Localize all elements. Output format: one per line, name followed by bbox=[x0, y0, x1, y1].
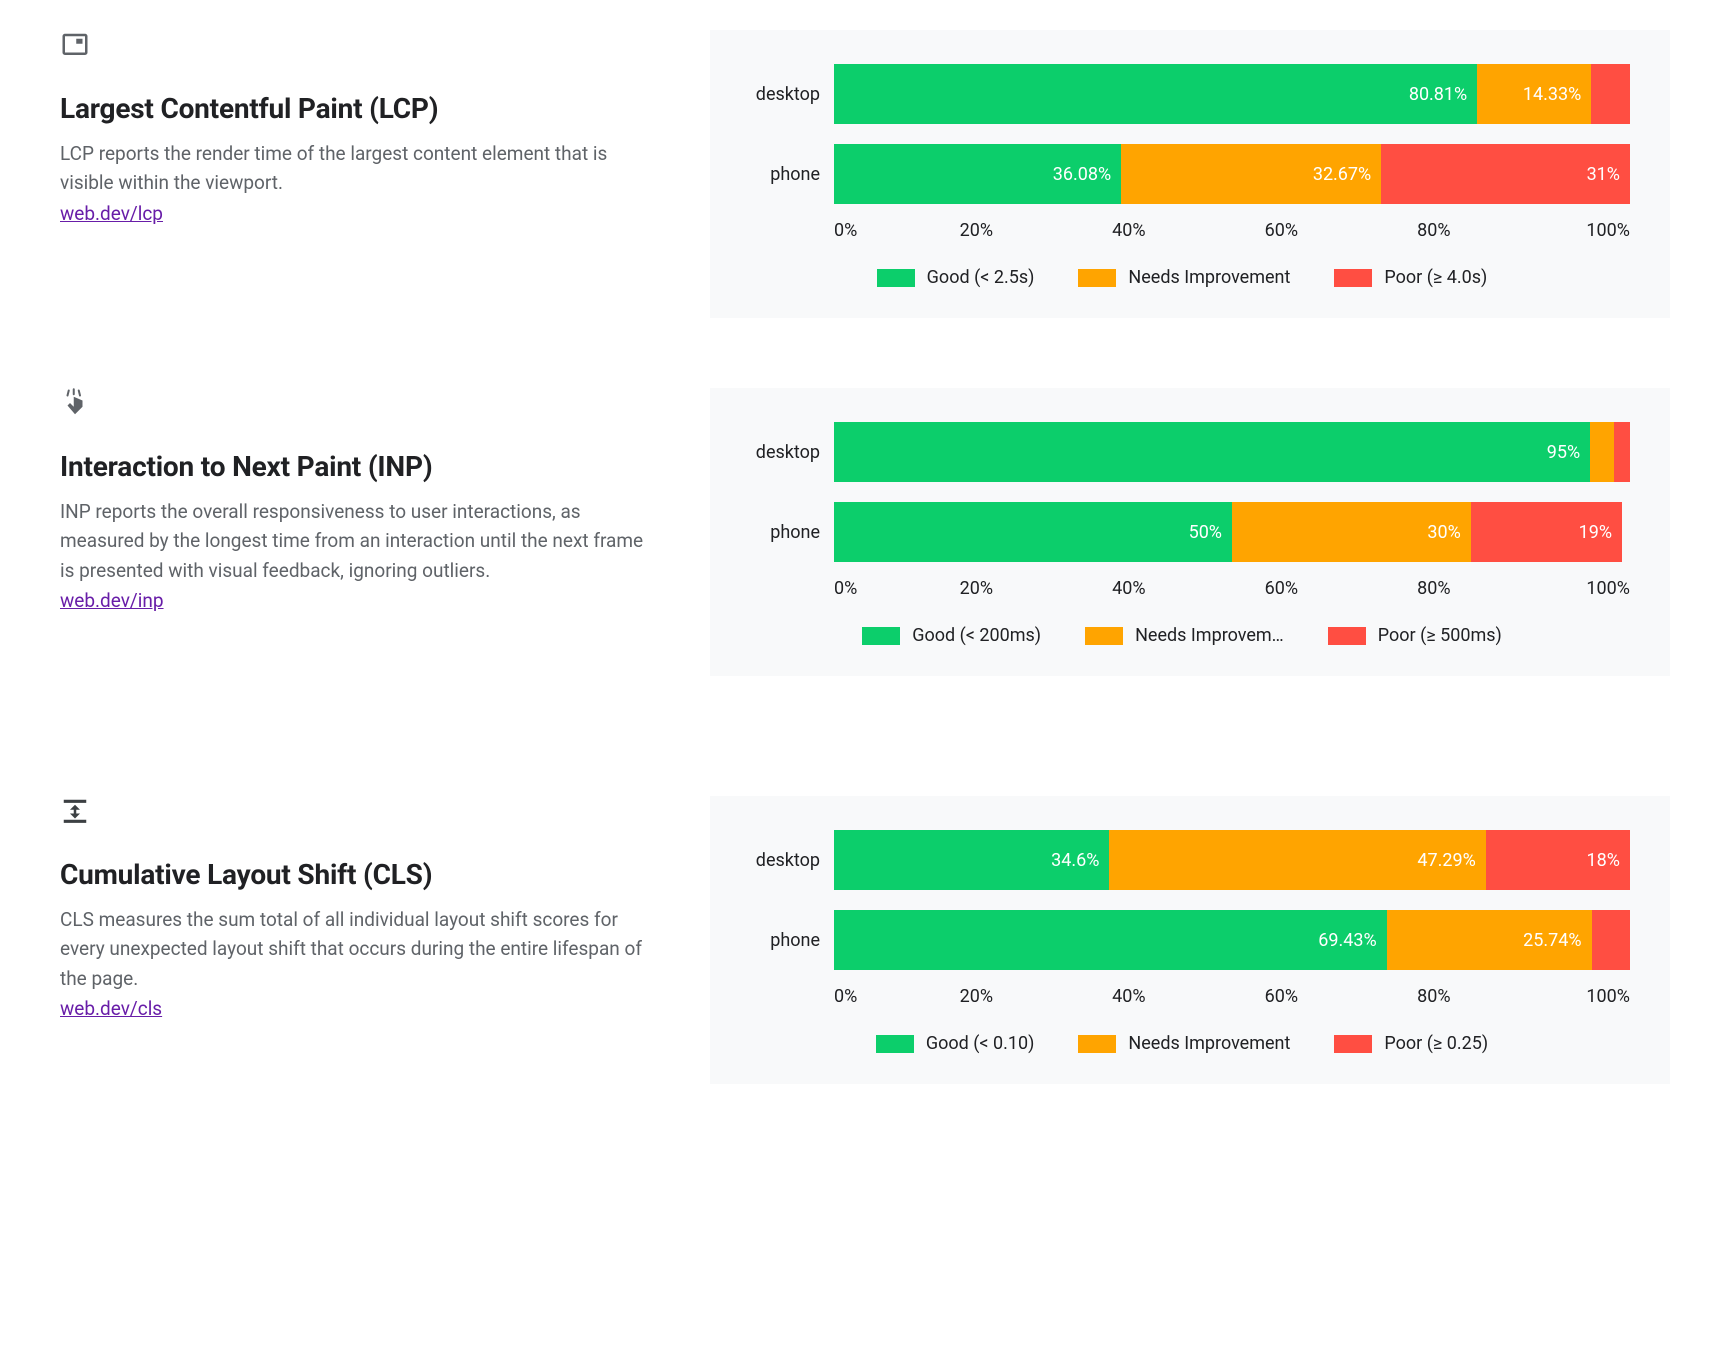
bar-segment-needs: 32.67% bbox=[1121, 144, 1381, 204]
metric-row-lcp: Largest Contentful Paint (LCP) LCP repor… bbox=[60, 30, 1670, 318]
bar-segment-poor: 5% bbox=[1591, 64, 1630, 124]
bar-segment-needs: 47.29% bbox=[1109, 830, 1485, 890]
metric-row-cls: Cumulative Layout Shift (CLS) CLS measur… bbox=[60, 796, 1670, 1084]
legend-item-good: Good (< 0.10) bbox=[876, 1033, 1035, 1054]
legend-item-good: Good (< 200ms) bbox=[862, 625, 1041, 646]
web-vitals-report: Largest Contentful Paint (LCP) LCP repor… bbox=[0, 0, 1730, 1214]
bar-segment-good: 34.6% bbox=[834, 830, 1109, 890]
chart-plot-area: 34.6% 47.29% 18% 69.43% 25.74% 5% bbox=[834, 830, 1630, 970]
lcp-icon bbox=[60, 30, 660, 66]
bar-row-phone: 69.43% 25.74% 5% bbox=[834, 910, 1630, 970]
bar-segment-good: 80.81% bbox=[834, 64, 1477, 124]
x-axis: 0% 20% 40% 60% 80% 100% bbox=[834, 220, 1630, 241]
inp-icon bbox=[60, 388, 660, 424]
metric-description: CLS measures the sum total of all indivi… bbox=[60, 905, 660, 993]
legend-item-poor: Poor (≥ 500ms) bbox=[1328, 625, 1502, 646]
x-axis: 0% 20% 40% 60% 80% 100% bbox=[834, 986, 1630, 1007]
bar-row-desktop: 34.6% 47.29% 18% bbox=[834, 830, 1630, 890]
bar-segment-good: 95% bbox=[834, 422, 1590, 482]
metric-description: INP reports the overall responsiveness t… bbox=[60, 497, 660, 585]
bar-segment-poor: 31% bbox=[1381, 144, 1630, 204]
legend-item-needs: Needs Improvement bbox=[1078, 267, 1290, 288]
y-axis-label: phone bbox=[734, 502, 834, 562]
bar-segment-good: 36.08% bbox=[834, 144, 1121, 204]
bar-segment-needs: 14.33% bbox=[1477, 64, 1591, 124]
metric-title: Largest Contentful Paint (LCP) bbox=[60, 92, 660, 125]
x-axis: 0% 20% 40% 60% 80% 100% bbox=[834, 578, 1630, 599]
bar-row-phone: 36.08% 32.67% 31% bbox=[834, 144, 1630, 204]
chart-legend: Good (< 0.10) Needs Improvement Poor (≥ … bbox=[734, 1033, 1630, 1054]
metric-info-cls: Cumulative Layout Shift (CLS) CLS measur… bbox=[60, 796, 660, 1020]
y-axis-label: desktop bbox=[734, 64, 834, 124]
legend-item-needs: Needs Improvement bbox=[1078, 1033, 1290, 1054]
bar-segment-poor: 19% bbox=[1471, 502, 1622, 562]
bar-segment-needs: 3% bbox=[1590, 422, 1614, 482]
legend-item-needs: Needs Improvem… bbox=[1085, 625, 1284, 646]
chart-panel-cls: desktop phone 34.6% 47.29% 18% 69.43% 25… bbox=[710, 796, 1670, 1084]
legend-item-good: Good (< 2.5s) bbox=[877, 267, 1035, 288]
chart-plot-area: 95% 3% 2% 50% 30% 19% bbox=[834, 422, 1630, 562]
chart-legend: Good (< 2.5s) Needs Improvement Poor (≥ … bbox=[734, 267, 1630, 288]
metric-link-cls[interactable]: web.dev/cls bbox=[60, 997, 162, 1020]
bar-row-desktop: 80.81% 14.33% 5% bbox=[834, 64, 1630, 124]
y-axis-label: phone bbox=[734, 910, 834, 970]
chart-panel-inp: desktop phone 95% 3% 2% 50% 30% 19% bbox=[710, 388, 1670, 676]
metric-info-inp: Interaction to Next Paint (INP) INP repo… bbox=[60, 388, 660, 612]
bar-row-desktop: 95% 3% 2% bbox=[834, 422, 1630, 482]
metric-row-inp: Interaction to Next Paint (INP) INP repo… bbox=[60, 388, 1670, 676]
bar-segment-poor: 5% bbox=[1592, 910, 1630, 970]
bar-segment-good: 50% bbox=[834, 502, 1232, 562]
cls-icon bbox=[60, 796, 660, 832]
bar-segment-poor: 2% bbox=[1614, 422, 1630, 482]
metric-title: Interaction to Next Paint (INP) bbox=[60, 450, 660, 483]
metric-info-lcp: Largest Contentful Paint (LCP) LCP repor… bbox=[60, 30, 660, 225]
chart-legend: Good (< 200ms) Needs Improvem… Poor (≥ 5… bbox=[734, 625, 1630, 646]
chart-panel-lcp: desktop phone 80.81% 14.33% 5% 36.08% 32… bbox=[710, 30, 1670, 318]
bar-segment-needs: 30% bbox=[1232, 502, 1471, 562]
metric-link-lcp[interactable]: web.dev/lcp bbox=[60, 202, 163, 225]
y-axis-label: phone bbox=[734, 144, 834, 204]
y-axis-label: desktop bbox=[734, 422, 834, 482]
y-axis-label: desktop bbox=[734, 830, 834, 890]
bar-segment-good: 69.43% bbox=[834, 910, 1387, 970]
legend-item-poor: Poor (≥ 0.25) bbox=[1334, 1033, 1488, 1054]
metric-title: Cumulative Layout Shift (CLS) bbox=[60, 858, 660, 891]
legend-item-poor: Poor (≥ 4.0s) bbox=[1334, 267, 1487, 288]
bar-segment-poor: 18% bbox=[1486, 830, 1630, 890]
bar-segment-needs: 25.74% bbox=[1387, 910, 1592, 970]
metric-description: LCP reports the render time of the large… bbox=[60, 139, 660, 198]
metric-link-inp[interactable]: web.dev/inp bbox=[60, 589, 164, 612]
bar-row-phone: 50% 30% 19% bbox=[834, 502, 1630, 562]
chart-plot-area: 80.81% 14.33% 5% 36.08% 32.67% 31% bbox=[834, 64, 1630, 204]
